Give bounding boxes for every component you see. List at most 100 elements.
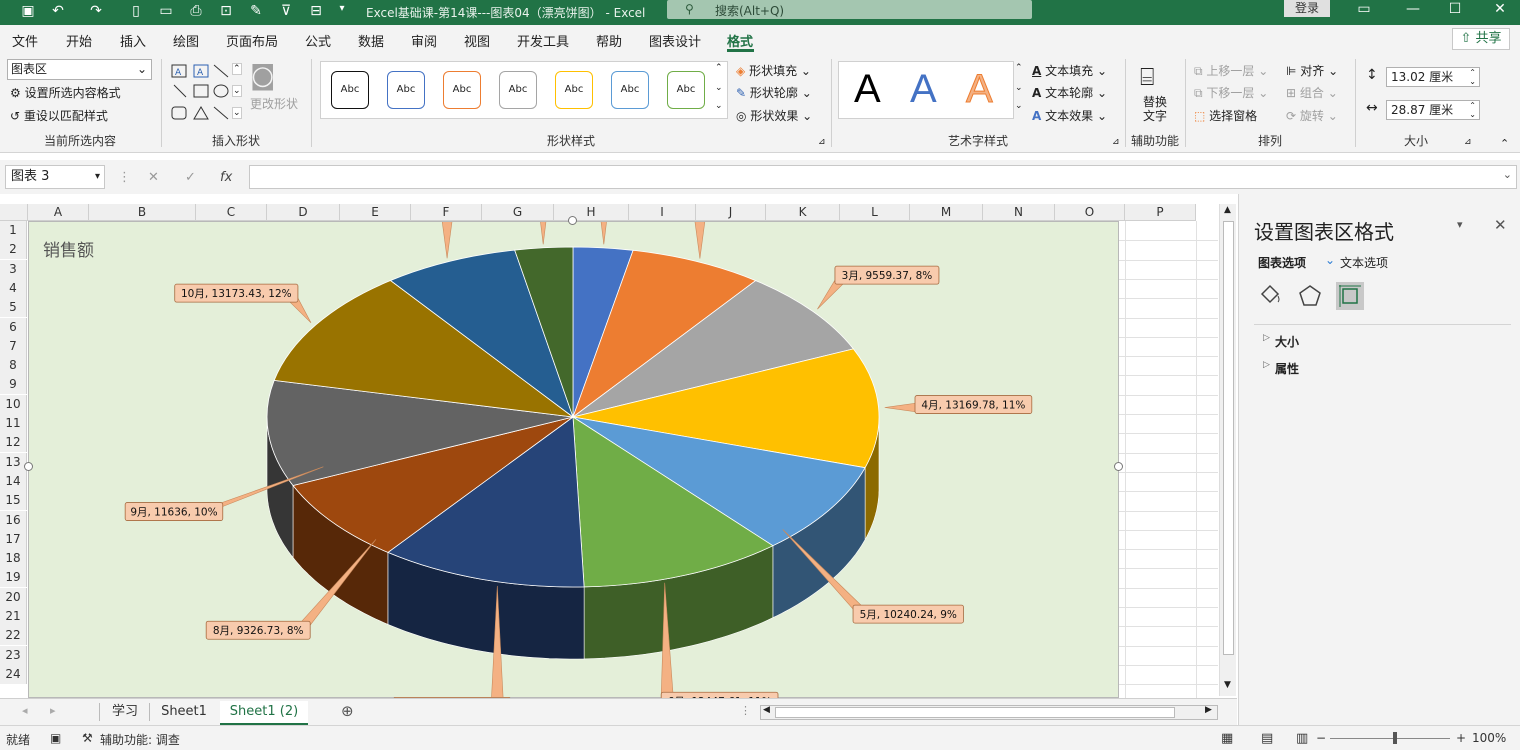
sheet-tab-sheet1-2[interactable]: Sheet1 (2)	[220, 701, 308, 725]
maximize-icon[interactable]: ☐	[1445, 1, 1465, 17]
open-file-icon[interactable]: ▭	[156, 3, 176, 19]
pie-chart[interactable]: 1月, 3642.73, 3%2月, 8145.59, 7%3月, 9559.3…	[29, 222, 1120, 699]
column-header-B[interactable]: B	[89, 204, 196, 221]
tab-file[interactable]: 文件	[12, 31, 38, 50]
data-label[interactable]: 10月, 13173.43, 12%	[181, 288, 292, 300]
tab-help[interactable]: 帮助	[596, 31, 622, 50]
column-header-G[interactable]: G	[482, 204, 554, 221]
row-header-14[interactable]: 14	[0, 471, 27, 491]
login-button[interactable]: 登录	[1284, 0, 1330, 17]
wordart-style-1[interactable]: A	[854, 67, 881, 112]
shape-style-7[interactable]: Abc	[667, 71, 705, 109]
wordart-more[interactable]: ⌄	[1015, 101, 1023, 111]
tab-chart-design[interactable]: 图表设计	[649, 31, 701, 50]
tab-chart-options[interactable]: 图表选项	[1258, 254, 1306, 271]
fill-line-icon[interactable]	[1256, 282, 1284, 310]
dialog-launcher-icon[interactable]: ⊿	[1112, 137, 1120, 147]
row-header-6[interactable]: 6	[0, 317, 27, 337]
row-header-13[interactable]: 13	[0, 452, 27, 472]
page-break-view-icon[interactable]: ▥	[1296, 731, 1308, 746]
style-more[interactable]: ⌄	[715, 101, 723, 111]
column-header-J[interactable]: J	[696, 204, 766, 221]
expand-properties-icon[interactable]: ▷	[1263, 360, 1270, 370]
wordart-scroll-down[interactable]: ⌄	[1015, 83, 1023, 93]
ribbon-display-icon[interactable]: ▭	[1354, 1, 1374, 17]
data-label[interactable]: 9月, 11636, 10%	[130, 507, 217, 519]
close-pane-icon[interactable]: ✕	[1494, 216, 1507, 234]
shape-style-6[interactable]: Abc	[611, 71, 649, 109]
wordart-style-3[interactable]: A	[966, 67, 994, 112]
undo-icon[interactable]: ↶	[48, 3, 68, 19]
minimize-icon[interactable]: —	[1403, 1, 1423, 17]
accessibility-icon[interactable]: ⚒	[82, 731, 93, 745]
text-effects-button[interactable]: A 文本效果 ⌄	[1032, 107, 1107, 124]
spinner-icon[interactable]: ⌃ ⌄	[1469, 68, 1476, 86]
zoom-thumb[interactable]	[1393, 732, 1397, 744]
row-header-11[interactable]: 11	[0, 414, 27, 433]
row-header-3[interactable]: 3	[0, 259, 27, 279]
column-header-O[interactable]: O	[1055, 204, 1125, 221]
filter-icon[interactable]: ⊽	[276, 3, 296, 19]
row-header-5[interactable]: 5	[0, 298, 27, 318]
vertical-scrollbar[interactable]: ▲ ▼	[1219, 204, 1236, 696]
page-layout-view-icon[interactable]: ▤	[1261, 731, 1273, 746]
bring-forward-button[interactable]: ⧉ 上移一层 ⌄	[1194, 62, 1268, 79]
size-properties-icon[interactable]	[1336, 282, 1364, 310]
text-outline-button[interactable]: A 文本轮廓 ⌄	[1032, 84, 1107, 101]
shape-style-1[interactable]: Abc	[331, 71, 369, 109]
row-header-24[interactable]: 24	[0, 664, 27, 684]
column-header-F[interactable]: F	[411, 204, 482, 221]
rotate-button[interactable]: ⟳ 旋转 ⌄	[1286, 107, 1338, 124]
new-file-icon[interactable]: ▯	[126, 3, 146, 19]
row-header-2[interactable]: 2	[0, 240, 27, 260]
format-selection-button[interactable]: ⚙ 设置所选内容格式	[10, 84, 121, 101]
tab-data[interactable]: 数据	[358, 31, 384, 50]
chevron-down-icon[interactable]: ⌄	[1325, 253, 1335, 267]
row-header-20[interactable]: 20	[0, 587, 27, 607]
row-header-8[interactable]: 8	[0, 356, 27, 376]
chevron-down-icon[interactable]: ⌄	[1503, 168, 1512, 181]
column-header-H[interactable]: H	[554, 204, 629, 221]
horizontal-scrollbar[interactable]: ◀ ▶	[760, 705, 1218, 720]
column-header-N[interactable]: N	[983, 204, 1055, 221]
column-header-K[interactable]: K	[766, 204, 840, 221]
shape-height-input[interactable]: 13.02 厘米 ⌃ ⌄	[1386, 67, 1480, 87]
data-label[interactable]: 3月, 9559.37, 8%	[842, 270, 933, 282]
column-header-D[interactable]: D	[267, 204, 340, 221]
tab-draw[interactable]: 绘图	[173, 31, 199, 50]
shape-style-5[interactable]: Abc	[555, 71, 593, 109]
shape-gallery-scroll-down[interactable]: ⌄	[232, 85, 242, 97]
sheet-tab-sheet1[interactable]: Sheet1	[152, 701, 216, 725]
chart-elements-dropdown[interactable]: 图表区 ⌄	[7, 59, 152, 80]
edit-icon[interactable]: ✎	[246, 3, 266, 19]
shape-fill-button[interactable]: ◈ 形状填充 ⌄	[736, 62, 811, 79]
shape-width-input[interactable]: 28.87 厘米 ⌃ ⌄	[1386, 100, 1480, 120]
select-all-corner[interactable]	[0, 204, 28, 221]
text-fill-button[interactable]: A 文本填充 ⌄	[1032, 62, 1107, 79]
row-header-1[interactable]: 1	[0, 221, 27, 240]
data-label[interactable]: 5月, 10240.24, 9%	[860, 609, 957, 621]
enter-icon[interactable]: ✓	[185, 170, 196, 185]
pane-options-icon[interactable]: ▾	[1457, 218, 1463, 231]
search-box[interactable]: ⚲ 搜索(Alt+Q)	[667, 0, 1032, 19]
row-header-9[interactable]: 9	[0, 375, 27, 395]
scroll-left-icon[interactable]: ◀	[763, 705, 770, 715]
shape-outline-button[interactable]: ✎ 形状轮廓 ⌄	[736, 84, 812, 101]
alt-text-button[interactable]: 替换文字	[1141, 95, 1169, 123]
resize-handle-top[interactable]	[568, 216, 577, 225]
share-button[interactable]: ⇧ 共享	[1452, 28, 1510, 50]
scroll-right-icon[interactable]: ▶	[1205, 705, 1212, 715]
row-header-19[interactable]: 19	[0, 568, 27, 588]
collapse-ribbon-icon[interactable]: ⌃	[1500, 137, 1509, 150]
customize-qa-icon[interactable]: ▾	[332, 3, 352, 14]
scroll-thumb[interactable]	[775, 707, 1175, 718]
tab-page-layout[interactable]: 页面布局	[226, 31, 278, 50]
tab-insert[interactable]: 插入	[120, 31, 146, 50]
row-header-22[interactable]: 22	[0, 626, 27, 646]
tab-view[interactable]: 视图	[464, 31, 490, 50]
column-header-M[interactable]: M	[910, 204, 983, 221]
tab-review[interactable]: 审阅	[411, 31, 437, 50]
shape-style-2[interactable]: Abc	[387, 71, 425, 109]
macro-record-icon[interactable]: ▣	[50, 731, 61, 745]
chart-area[interactable]: 销售额 1月, 3642.73, 3%2月, 8145.59, 7%3月, 95…	[28, 221, 1120, 699]
